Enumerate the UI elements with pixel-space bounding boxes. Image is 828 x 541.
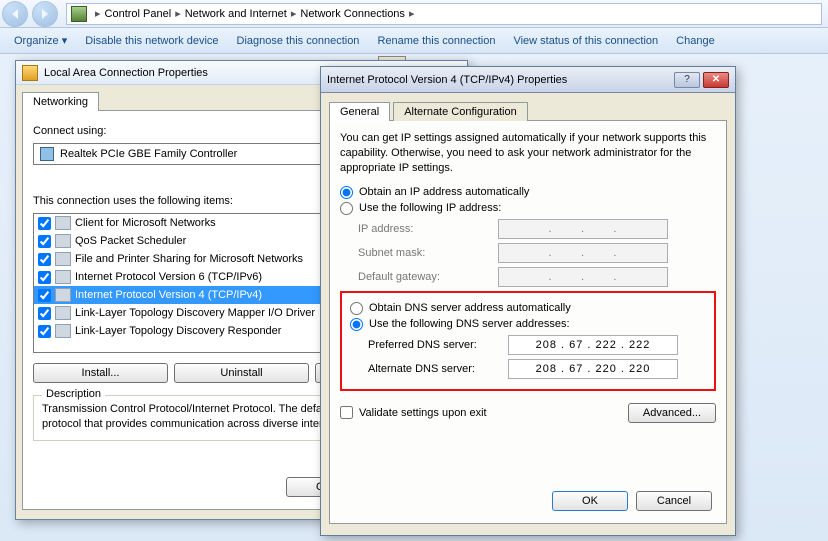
adapter-icon: [40, 147, 54, 161]
alternate-dns-input[interactable]: [508, 359, 678, 379]
ipv4-titlebar[interactable]: Internet Protocol Version 4 (TCP/IPv4) P…: [321, 67, 735, 93]
obtain-dns-label: Obtain DNS server address automatically: [369, 302, 571, 314]
network-adapter-icon: [22, 65, 38, 81]
disable-device-button[interactable]: Disable this network device: [85, 35, 218, 47]
window-title: Internet Protocol Version 4 (TCP/IPv4) P…: [327, 74, 567, 86]
breadcrumb-item[interactable]: Network Connections: [300, 8, 405, 20]
preferred-dns-label: Preferred DNS server:: [368, 339, 508, 351]
organize-menu[interactable]: Organize ▾: [14, 34, 67, 47]
component-icon: [55, 270, 71, 284]
arrow-left-icon: [12, 9, 18, 19]
control-panel-icon: [71, 6, 87, 22]
explorer-nav: ▸ Control Panel ▸ Network and Internet ▸…: [0, 0, 828, 28]
item-checkbox[interactable]: [38, 289, 51, 302]
obtain-dns-radio[interactable]: [350, 302, 363, 315]
item-checkbox[interactable]: [38, 271, 51, 284]
ok-button[interactable]: OK: [552, 491, 628, 511]
ipv4-properties-window: Internet Protocol Version 4 (TCP/IPv4) P…: [320, 66, 736, 536]
use-ip-label: Use the following IP address:: [359, 202, 501, 214]
component-icon: [55, 234, 71, 248]
item-checkbox[interactable]: [38, 307, 51, 320]
tab-general[interactable]: General: [329, 102, 390, 121]
validate-label: Validate settings upon exit: [359, 407, 487, 419]
subnet-label: Subnet mask:: [358, 247, 498, 259]
breadcrumb-item[interactable]: Network and Internet: [185, 8, 287, 20]
component-icon: [55, 216, 71, 230]
breadcrumb[interactable]: ▸ Control Panel ▸ Network and Internet ▸…: [66, 3, 822, 25]
view-status-button[interactable]: View status of this connection: [513, 35, 658, 47]
validate-checkbox[interactable]: [340, 406, 353, 419]
dns-highlight-box: Obtain DNS server address automatically …: [340, 291, 716, 391]
nav-back-button[interactable]: [2, 1, 28, 27]
tab-networking[interactable]: Networking: [22, 92, 99, 111]
component-icon: [55, 306, 71, 320]
item-checkbox[interactable]: [38, 325, 51, 338]
component-icon: [55, 252, 71, 266]
use-dns-radio[interactable]: [350, 318, 363, 331]
nav-forward-button[interactable]: [32, 1, 58, 27]
close-button[interactable]: ✕: [703, 72, 729, 88]
obtain-ip-label: Obtain an IP address automatically: [359, 186, 529, 198]
rename-button[interactable]: Rename this connection: [377, 35, 495, 47]
install-button[interactable]: Install...: [33, 363, 168, 383]
component-icon: [55, 324, 71, 338]
alternate-dns-label: Alternate DNS server:: [368, 363, 508, 375]
item-checkbox[interactable]: [38, 235, 51, 248]
gateway-input: [498, 267, 668, 287]
info-text: You can get IP settings assigned automat…: [340, 131, 716, 176]
gateway-label: Default gateway:: [358, 271, 498, 283]
ip-address-input: [498, 219, 668, 239]
change-button[interactable]: Change: [676, 35, 715, 47]
preferred-dns-input[interactable]: [508, 335, 678, 355]
toolbar: Organize ▾ Disable this network device D…: [0, 28, 828, 54]
help-button[interactable]: ?: [674, 72, 700, 88]
tab-alternate-configuration[interactable]: Alternate Configuration: [393, 102, 528, 121]
use-dns-label: Use the following DNS server addresses:: [369, 318, 570, 330]
breadcrumb-item[interactable]: Control Panel: [105, 8, 172, 20]
window-title: Local Area Connection Properties: [44, 67, 208, 79]
advanced-button[interactable]: Advanced...: [628, 403, 716, 423]
description-label: Description: [42, 388, 105, 400]
uninstall-button[interactable]: Uninstall: [174, 363, 309, 383]
subnet-input: [498, 243, 668, 263]
use-ip-radio[interactable]: [340, 202, 353, 215]
diagnose-button[interactable]: Diagnose this connection: [237, 35, 360, 47]
ip-address-label: IP address:: [358, 223, 498, 235]
obtain-ip-radio[interactable]: [340, 186, 353, 199]
arrow-right-icon: [42, 9, 48, 19]
component-icon: [55, 288, 71, 302]
item-checkbox[interactable]: [38, 217, 51, 230]
adapter-name: Realtek PCIe GBE Family Controller: [60, 148, 237, 160]
cancel-button[interactable]: Cancel: [636, 491, 712, 511]
item-checkbox[interactable]: [38, 253, 51, 266]
